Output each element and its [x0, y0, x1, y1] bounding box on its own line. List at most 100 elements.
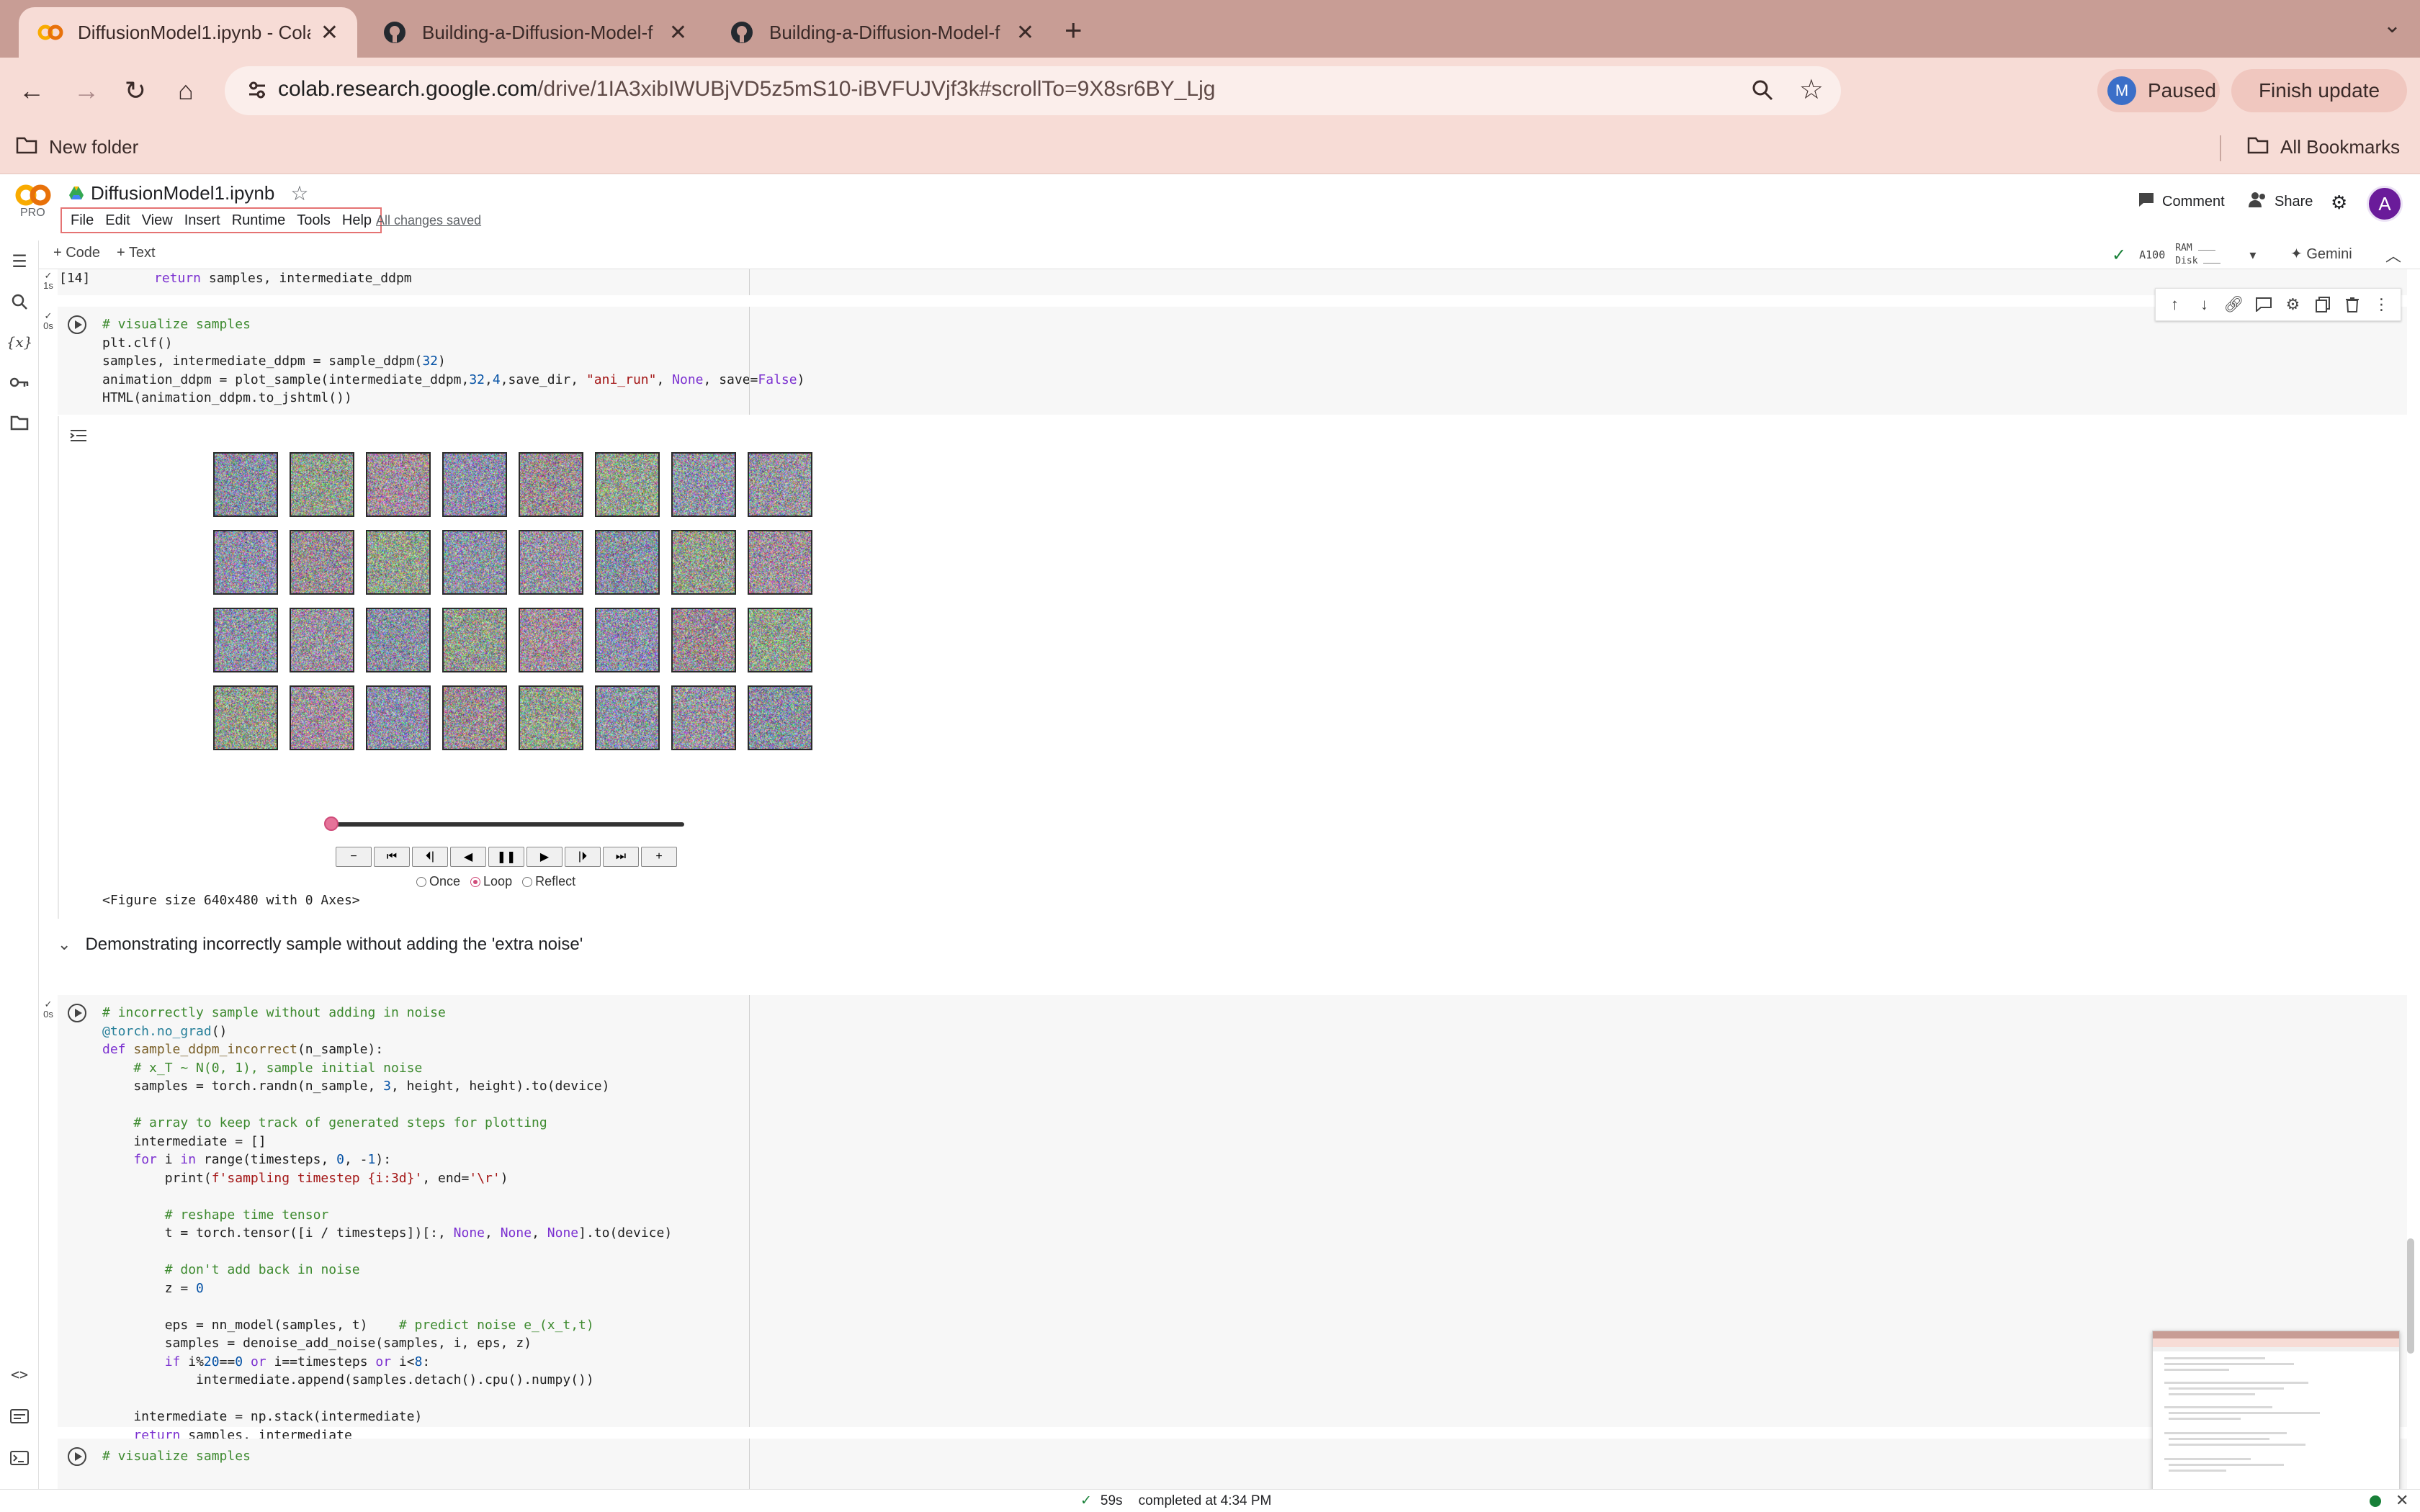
vertical-scrollbar[interactable]: [2407, 1238, 2414, 1354]
user-avatar[interactable]: A: [2367, 186, 2403, 222]
sample-thumbnail: [519, 608, 583, 672]
code-editor[interactable]: # visualize samples plt.clf() samples, i…: [102, 315, 805, 408]
search-icon[interactable]: [9, 291, 30, 312]
notebook-name[interactable]: DiffusionModel1.ipynb: [91, 182, 274, 204]
runtime-resources[interactable]: ✓ A100 RAM Disk ▾: [2112, 242, 2256, 268]
radio-circle[interactable]: [522, 876, 533, 887]
site-info-icon[interactable]: [246, 79, 268, 104]
link-icon[interactable]: 🔗︎: [2224, 294, 2244, 315]
folder-icon: [2247, 135, 2269, 159]
output-actions-icon[interactable]: [69, 428, 89, 447]
tab-github-2[interactable]: Building-a-Diffusion-Model-f ✕: [710, 7, 1053, 58]
radio-once[interactable]: Once: [416, 874, 460, 889]
radio-circle-selected[interactable]: [470, 876, 481, 887]
run-cell-button[interactable]: [68, 315, 86, 334]
pause-button[interactable]: ❚❚: [488, 847, 524, 867]
bookmark-new-folder[interactable]: New folder: [16, 135, 138, 159]
code-editor[interactable]: # incorrectly sample without adding in n…: [102, 1004, 672, 1444]
close-icon[interactable]: ✕: [321, 20, 339, 45]
command-palette-icon[interactable]: [9, 1405, 30, 1427]
menu-runtime[interactable]: Runtime: [226, 212, 291, 229]
animation-slider-handle[interactable]: [324, 816, 339, 831]
table-of-contents-icon[interactable]: ☰: [9, 251, 30, 272]
colab-logo-icon: [15, 184, 51, 206]
url-host: colab.research.google.com: [278, 77, 538, 101]
zoom-icon[interactable]: [1750, 78, 1775, 106]
add-text-button[interactable]: + Text: [117, 245, 156, 261]
step-forward-button[interactable]: |⏵: [565, 847, 601, 867]
move-up-icon[interactable]: ↑: [2165, 294, 2185, 315]
variables-icon[interactable]: {x}: [6, 331, 33, 353]
secrets-key-icon[interactable]: [9, 372, 30, 393]
notebook-minimap[interactable]: [2152, 1331, 2400, 1490]
close-icon[interactable]: ✕: [1016, 20, 1034, 45]
add-code-button[interactable]: + Code: [53, 245, 100, 261]
slower-button[interactable]: −: [336, 847, 372, 867]
collapse-header-icon[interactable]: ︿: [2385, 243, 2401, 266]
last-frame-button[interactable]: ⏭: [603, 847, 639, 867]
chevron-down-icon[interactable]: ⌄: [2383, 13, 2401, 38]
close-icon[interactable]: ✕: [669, 20, 687, 45]
mirror-cell-icon[interactable]: [2313, 294, 2333, 315]
bookmark-star-icon[interactable]: ☆: [1799, 73, 1824, 106]
sample-thumbnail: [213, 685, 278, 750]
star-icon[interactable]: ☆: [290, 181, 308, 205]
address-bar[interactable]: colab.research.google.com/drive/1IA3xibI…: [225, 66, 1841, 115]
check-icon: ✓: [1080, 1493, 1092, 1508]
ruler-line: [749, 1439, 750, 1489]
code-cell-visualize[interactable]: ✓ 0s # visualize samples plt.clf() sample…: [43, 307, 2407, 415]
move-down-icon[interactable]: ↓: [2195, 294, 2215, 315]
code-cell-prev[interactable]: ✓ 1s [14] return samples, intermediate_dd…: [43, 269, 2407, 295]
tab-github-1[interactable]: Building-a-Diffusion-Model-f ✕: [363, 7, 706, 58]
menu-edit[interactable]: Edit: [99, 212, 135, 229]
run-cell-button[interactable]: [68, 1004, 86, 1022]
radio-circle[interactable]: [416, 876, 426, 887]
animation-slider[interactable]: [333, 822, 684, 827]
terminal-icon[interactable]: [9, 1447, 30, 1469]
browser-toolbar: ← → ↻ ⌂ colab.research.google.com/drive/…: [0, 58, 2420, 161]
section-header[interactable]: ⌄ Demonstrating incorrectly sample witho…: [58, 935, 583, 955]
step-back-button[interactable]: ⏴|: [412, 847, 448, 867]
menu-help[interactable]: Help: [336, 212, 377, 229]
code-cell-next[interactable]: # visualize samples: [58, 1439, 2407, 1489]
more-options-icon[interactable]: ⋮: [2372, 294, 2392, 315]
share-button[interactable]: Share: [2249, 192, 2313, 212]
menu-file[interactable]: File: [65, 212, 99, 229]
comment-icon[interactable]: [2254, 294, 2274, 315]
radio-reflect[interactable]: Reflect: [522, 874, 575, 889]
back-icon[interactable]: ←: [14, 73, 49, 108]
menu-tools[interactable]: Tools: [291, 212, 336, 229]
sample-thumbnail: [290, 685, 354, 750]
files-folder-icon[interactable]: [9, 412, 30, 433]
settings-gear-icon[interactable]: ⚙: [2331, 192, 2347, 214]
play-button[interactable]: ▶: [526, 847, 563, 867]
all-bookmarks[interactable]: All Bookmarks: [2247, 135, 2400, 159]
runtime-dropdown-icon[interactable]: ▾: [2249, 248, 2256, 263]
play-reverse-button[interactable]: ◀: [450, 847, 486, 867]
forward-icon[interactable]: →: [69, 73, 104, 108]
comment-button[interactable]: Comment: [2138, 192, 2225, 212]
menu-view[interactable]: View: [136, 212, 179, 229]
colab-logo[interactable]: PRO: [13, 184, 53, 220]
finish-update-button[interactable]: Finish update: [2231, 69, 2407, 112]
chevron-down-icon[interactable]: ⌄: [58, 935, 71, 954]
delete-icon[interactable]: [2342, 294, 2362, 315]
code-snippets-icon[interactable]: <>: [9, 1364, 30, 1385]
tab-colab[interactable]: DiffusionModel1.ipynb - Colab ✕: [19, 7, 357, 58]
first-frame-button[interactable]: ⏮: [374, 847, 410, 867]
radio-loop[interactable]: Loop: [470, 874, 512, 889]
menu-insert[interactable]: Insert: [179, 212, 226, 229]
notebook-title[interactable]: DiffusionModel1.ipynb ☆: [69, 181, 308, 205]
profile-chip[interactable]: M Paused: [2097, 69, 2220, 112]
run-cell-button[interactable]: [68, 1447, 86, 1466]
faster-button[interactable]: +: [641, 847, 677, 867]
code-cell-incorrect-sample[interactable]: ✓ 0s # incorrectly sample without adding …: [43, 995, 2407, 1443]
execution-status[interactable]: ✓ 59s completed at 4:34 PM: [1080, 1493, 1271, 1509]
save-status[interactable]: All changes saved: [376, 213, 481, 228]
cell-settings-gear-icon[interactable]: ⚙: [2283, 294, 2303, 315]
home-icon[interactable]: ⌂: [169, 73, 203, 108]
close-icon[interactable]: ✕: [2396, 1491, 2408, 1510]
reload-icon[interactable]: ↻: [118, 73, 153, 108]
gemini-button[interactable]: ✦ Gemini: [2290, 245, 2352, 263]
new-tab-icon[interactable]: +: [1065, 13, 1083, 48]
